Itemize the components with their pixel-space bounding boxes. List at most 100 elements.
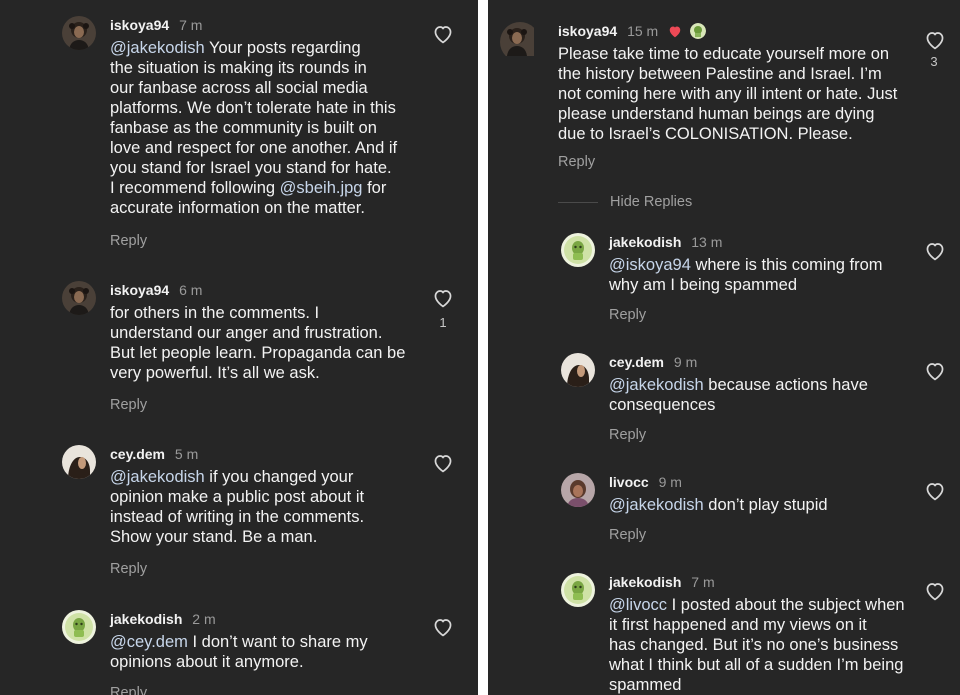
comment-username[interactable]: iskoya94 bbox=[558, 23, 617, 39]
comment-text-line: our fanbase across all social media bbox=[110, 78, 397, 98]
comment-body: for others in the comments. I understand … bbox=[110, 303, 405, 383]
like-button[interactable] bbox=[924, 30, 948, 52]
comment-text-line: instead of writing in the comments. bbox=[110, 507, 364, 527]
author-avatar-mini bbox=[689, 23, 706, 39]
avatar[interactable] bbox=[62, 445, 96, 479]
comment-text-line: Please take time to educate yourself mor… bbox=[558, 44, 897, 64]
like-button[interactable] bbox=[924, 361, 948, 383]
comment-text-line: @jakekodish don’t play stupid bbox=[609, 495, 828, 515]
comment-text: you stand for Israel you stand for hate. bbox=[110, 159, 392, 177]
comment-text-line: understand our anger and frustration. bbox=[110, 323, 405, 343]
comment-time: 13 m bbox=[691, 234, 723, 250]
reply-button[interactable]: Reply bbox=[609, 526, 646, 544]
reply-button[interactable]: Reply bbox=[558, 153, 595, 171]
heart-outline-icon bbox=[924, 361, 948, 381]
reply-item: livocc 9 m @jakekodish don’t play stupid… bbox=[561, 473, 921, 553]
heart-outline-icon bbox=[924, 30, 948, 50]
avatar[interactable] bbox=[561, 233, 595, 267]
mention-link[interactable]: @livocc bbox=[609, 596, 667, 614]
comment-text: opinion make a public post about it bbox=[110, 488, 365, 506]
reply-button[interactable]: Reply bbox=[110, 560, 147, 578]
comment-text: please understand human beings are dying bbox=[558, 105, 875, 123]
comment-text-line: @iskoya94 where is this coming from bbox=[609, 255, 883, 275]
comment-username[interactable]: jakekodish bbox=[110, 611, 182, 627]
comment-text-line: not coming here with any ill intent or h… bbox=[558, 84, 897, 104]
comment-text-line: the situation is making its rounds in bbox=[110, 58, 397, 78]
comment-text: understand our anger and frustration. bbox=[110, 324, 383, 342]
mention-link[interactable]: @iskoya94 bbox=[609, 256, 691, 274]
comment-text-line: why am I being spammed bbox=[609, 275, 883, 295]
heart-outline-icon bbox=[924, 481, 948, 501]
mention-link[interactable]: @sbeih.jpg bbox=[280, 179, 363, 197]
comment-username[interactable]: jakekodish bbox=[609, 234, 681, 250]
comment-text: But let people learn. Propaganda can be bbox=[110, 344, 406, 362]
comment-text: Please take time to educate yourself mor… bbox=[558, 45, 890, 63]
comment-item: jakekodish 2 m @cey.dem I don’t want to … bbox=[62, 610, 472, 695]
reply-button[interactable]: Reply bbox=[609, 426, 646, 444]
avatar[interactable] bbox=[561, 573, 595, 607]
divider bbox=[558, 201, 598, 203]
comment-text: has changed. But it’s no one’s business bbox=[609, 636, 899, 654]
comment-text: our fanbase across all social media bbox=[110, 79, 368, 97]
mention-link[interactable]: @jakekodish bbox=[609, 496, 704, 514]
like-button[interactable] bbox=[432, 24, 456, 46]
avatar[interactable] bbox=[62, 281, 96, 315]
heart-filled-icon bbox=[668, 24, 682, 42]
comment-time: 7 m bbox=[179, 17, 203, 33]
comment-text-line: you stand for Israel you stand for hate. bbox=[110, 158, 397, 178]
reply-button[interactable]: Reply bbox=[110, 396, 147, 414]
comment-body: @jakekodish because actions have conseque… bbox=[609, 375, 868, 415]
like-count: 1 bbox=[439, 315, 447, 330]
comment-time: 9 m bbox=[673, 354, 698, 370]
comment-text-line: due to Israel’s COLONISATION. Please. bbox=[558, 124, 897, 144]
comment-header: cey.dem 5 m bbox=[110, 445, 198, 463]
mention-link[interactable]: @cey.dem bbox=[110, 633, 188, 651]
comment-username[interactable]: cey.dem bbox=[110, 446, 165, 462]
hide-replies-button[interactable]: Hide Replies bbox=[558, 193, 692, 211]
mention-link[interactable]: @jakekodish bbox=[110, 39, 205, 57]
comment-username[interactable]: cey.dem bbox=[609, 354, 664, 370]
heart-outline-icon bbox=[924, 241, 948, 261]
mention-link[interactable]: @jakekodish bbox=[609, 376, 704, 394]
comment-text: not coming here with any ill intent or h… bbox=[558, 85, 898, 103]
comment-body: Please take time to educate yourself mor… bbox=[558, 44, 897, 144]
comment-body: @iskoya94 where is this coming from why a… bbox=[609, 255, 883, 295]
like-button[interactable] bbox=[924, 241, 948, 263]
comment-text: the history between Palestine and Israel… bbox=[558, 65, 882, 83]
comment-text: I don’t want to share my bbox=[187, 633, 368, 651]
comment-username[interactable]: jakekodish bbox=[609, 574, 681, 590]
avatar[interactable] bbox=[62, 16, 96, 50]
comment-text-line: opinion make a public post about it bbox=[110, 487, 364, 507]
mention-link[interactable]: @jakekodish bbox=[110, 468, 205, 486]
comment-header: cey.dem 9 m bbox=[609, 353, 697, 371]
comment-text-line: opinions about it anymore. bbox=[110, 652, 368, 672]
comment-time: 7 m bbox=[691, 574, 715, 590]
reply-button[interactable]: Reply bbox=[609, 306, 646, 324]
heart-outline-icon bbox=[432, 453, 456, 473]
comment-text-line: consequences bbox=[609, 395, 868, 415]
reply-button[interactable]: Reply bbox=[110, 232, 147, 250]
like-button[interactable] bbox=[432, 617, 456, 639]
heart-outline-icon bbox=[432, 617, 456, 637]
like-button[interactable] bbox=[924, 481, 948, 503]
comment-username[interactable]: iskoya94 bbox=[110, 17, 169, 33]
heart-outline-icon bbox=[432, 24, 456, 44]
avatar[interactable] bbox=[500, 22, 540, 62]
comment-text-line: it first happened and my views on it bbox=[609, 615, 905, 635]
comment-item: iskoya94 7 m @jakekodish Your posts rega… bbox=[62, 16, 472, 256]
comment-text: if you changed your bbox=[204, 468, 354, 486]
comment-text: Show your stand. Be a man. bbox=[110, 528, 318, 546]
like-button[interactable] bbox=[432, 453, 456, 475]
comment-text: accurate information on the matter. bbox=[110, 199, 365, 217]
avatar[interactable] bbox=[62, 610, 96, 644]
comment-username[interactable]: livocc bbox=[609, 474, 649, 490]
comment-header: iskoya94 7 m bbox=[110, 16, 202, 34]
like-button[interactable] bbox=[432, 288, 456, 310]
reply-item: jakekodish 7 m @livocc I posted about th… bbox=[561, 573, 921, 695]
reply-button[interactable]: Reply bbox=[110, 684, 147, 695]
avatar[interactable] bbox=[561, 473, 595, 507]
comment-username[interactable]: iskoya94 bbox=[110, 282, 169, 298]
comment-body: @jakekodish don’t play stupid bbox=[609, 495, 828, 515]
like-button[interactable] bbox=[924, 581, 948, 603]
avatar[interactable] bbox=[561, 353, 595, 387]
